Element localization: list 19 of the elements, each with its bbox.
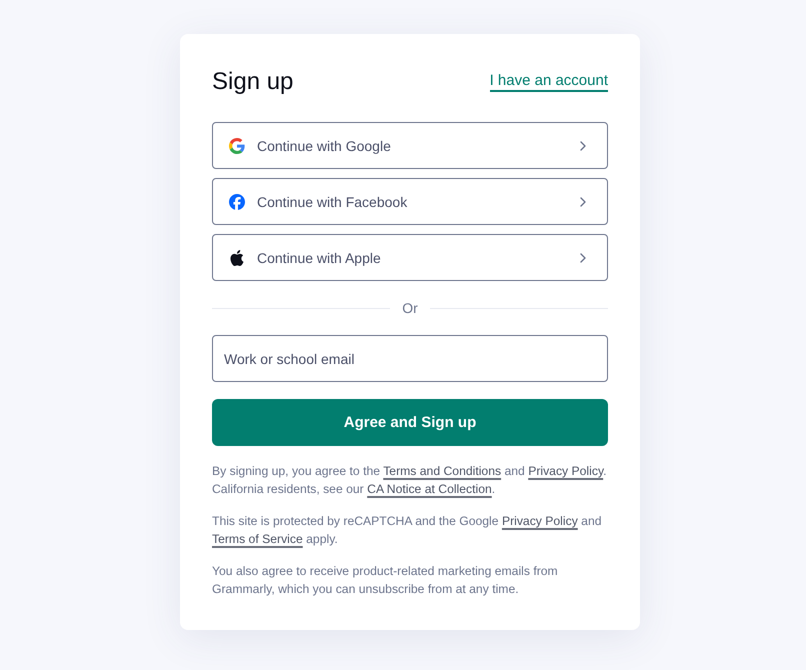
social-signin-button[interactable]: Continue with Apple bbox=[212, 234, 608, 281]
legal-link[interactable]: Privacy Policy bbox=[528, 464, 604, 478]
legal-link[interactable]: CA Notice at Collection bbox=[367, 482, 492, 496]
legal-link[interactable]: Terms of Service bbox=[212, 532, 303, 546]
legal-paragraph: You also agree to receive product-related marketing emails from Grammarly, which you can unsubscribe from at any time. bbox=[212, 563, 559, 598]
social-signin-button[interactable]: Continue with Facebook bbox=[212, 178, 608, 225]
facebook-f-icon bbox=[229, 194, 245, 210]
google-g-icon bbox=[229, 138, 245, 154]
login-link[interactable]: I have an account bbox=[490, 72, 608, 92]
legal-paragraph: This site is protected by reCAPTCHA and the Google Privacy Policy and Terms of Service apply. bbox=[212, 513, 603, 548]
email-field[interactable]: Work or school email bbox=[212, 335, 608, 382]
divider-label: Or bbox=[402, 299, 418, 317]
signup-button[interactable]: Agree and Sign up bbox=[212, 399, 608, 446]
page-title: Sign up bbox=[212, 67, 294, 97]
legal-link[interactable]: Privacy Policy bbox=[502, 514, 578, 528]
apple-icon bbox=[229, 250, 245, 266]
social-signin-button[interactable]: Continue with Google bbox=[212, 122, 608, 169]
legal-link[interactable]: Terms and Conditions bbox=[383, 464, 502, 478]
legal-paragraph: By signing up, you agree to the Terms and Conditions and Privacy Policy. California residents, see our CA Notice at Collection. bbox=[212, 463, 608, 498]
